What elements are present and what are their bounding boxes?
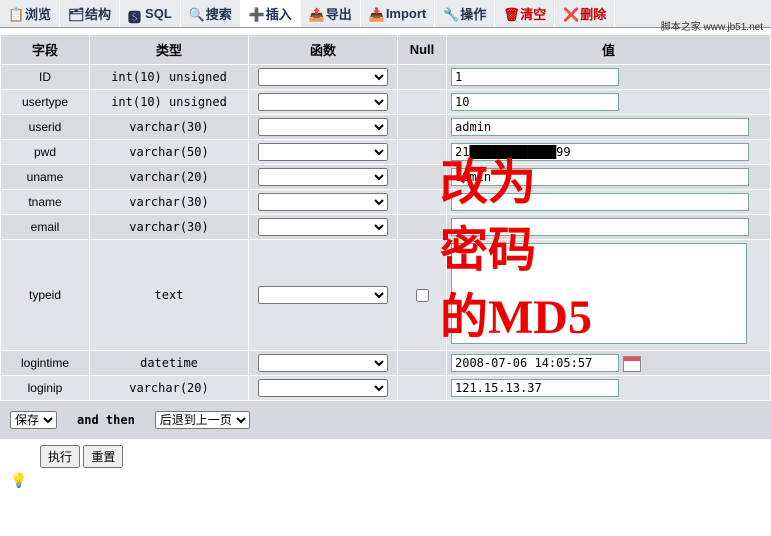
table-row: tname varchar(30) [1,190,771,215]
header-type: 类型 [90,35,249,65]
null-cell [398,376,447,401]
tab-drop[interactable]: ❌删除 [555,0,615,27]
field-name: ID [1,65,90,90]
null-cell [398,140,447,165]
tab-sql[interactable]: 🆂SQL [120,0,181,27]
calendar-icon[interactable] [623,356,641,372]
export-icon: 📤 [309,7,323,21]
null-cell [398,165,447,190]
function-select[interactable] [258,118,388,136]
field-name: typeid [1,240,90,351]
null-cell [398,215,447,240]
field-type: varchar(50) [90,140,249,165]
function-select[interactable] [258,143,388,161]
field-type: int(10) unsigned [90,90,249,115]
tab-structure[interactable]: 🗂结构 [60,0,120,27]
header-value: 值 [447,35,771,65]
table-row: uname varchar(20) [1,165,771,190]
field-type: varchar(30) [90,190,249,215]
footer-bar: 保存 and then 后退到上一页 [0,401,771,439]
value-input[interactable] [451,143,749,161]
field-name: tname [1,190,90,215]
function-select[interactable] [258,193,388,211]
insert-table: 字段 类型 函数 Null 值 ID int(10) unsigned user… [0,34,771,401]
header-field: 字段 [1,35,90,65]
null-cell [398,115,447,140]
function-select[interactable] [258,379,388,397]
tab-empty[interactable]: 🗑清空 [495,0,555,27]
null-cell [398,65,447,90]
field-name: email [1,215,90,240]
value-input[interactable] [451,193,749,211]
value-input[interactable] [451,218,749,236]
value-input[interactable] [451,93,619,111]
search-icon: 🔍 [189,7,203,21]
value-input[interactable] [451,379,619,397]
field-type: text [90,240,249,351]
null-cell [398,90,447,115]
null-cell [398,240,447,351]
function-select[interactable] [258,93,388,111]
table-row: loginip varchar(20) [1,376,771,401]
go-back-select[interactable]: 后退到上一页 [155,411,250,429]
header-null: Null [398,35,447,65]
value-textarea[interactable] [451,243,747,344]
table-row: pwd varchar(50) [1,140,771,165]
tab-browse[interactable]: 📋浏览 [0,0,60,27]
value-input[interactable] [451,168,749,186]
field-type: datetime [90,351,249,376]
table-row: typeid text [1,240,771,351]
header-function: 函数 [249,35,398,65]
function-select[interactable] [258,218,388,236]
import-icon: 📥 [369,7,383,21]
operations-icon: 🔧 [443,7,457,21]
tab-bar: 📋浏览 🗂结构 🆂SQL 🔍搜索 ➕插入 📤导出 📥Import 🔧操作 🗑清空… [0,0,771,28]
structure-icon: 🗂 [68,7,82,21]
field-type: varchar(30) [90,115,249,140]
reset-button[interactable]: 重置 [83,445,123,468]
and-then-label: and then [77,413,135,427]
table-row: usertype int(10) unsigned [1,90,771,115]
function-select[interactable] [258,68,388,86]
value-input[interactable] [451,118,749,136]
drop-icon: ❌ [563,7,577,21]
null-cell [398,351,447,376]
tab-import[interactable]: 📥Import [361,0,435,27]
empty-icon: 🗑 [503,7,517,21]
function-select[interactable] [258,286,388,304]
function-select[interactable] [258,354,388,372]
value-input[interactable] [451,68,619,86]
field-type: int(10) unsigned [90,65,249,90]
field-name: userid [1,115,90,140]
field-type: varchar(30) [90,215,249,240]
tab-export[interactable]: 📤导出 [301,0,361,27]
null-cell [398,190,447,215]
field-name: uname [1,165,90,190]
table-row: userid varchar(30) [1,115,771,140]
execute-button[interactable]: 执行 [40,445,80,468]
field-name: usertype [1,90,90,115]
watermark: 脚本之家 www.jb51.net [661,18,763,33]
tab-search[interactable]: 🔍搜索 [181,0,241,27]
table-row: email varchar(30) [1,215,771,240]
tab-insert[interactable]: ➕插入 [241,0,301,27]
browse-icon: 📋 [8,7,22,21]
sql-icon: 🆂 [128,7,142,21]
field-type: varchar(20) [90,376,249,401]
save-select[interactable]: 保存 [10,411,57,429]
field-name: logintime [1,351,90,376]
null-checkbox[interactable] [416,289,429,302]
tab-operations[interactable]: 🔧操作 [435,0,495,27]
field-name: loginip [1,376,90,401]
field-type: varchar(20) [90,165,249,190]
value-input[interactable] [451,354,619,372]
function-select[interactable] [258,168,388,186]
table-row: logintime datetime [1,351,771,376]
insert-icon: ➕ [249,7,263,21]
field-name: pwd [1,140,90,165]
lightbulb-icon: 💡 [10,472,761,489]
table-row: ID int(10) unsigned [1,65,771,90]
